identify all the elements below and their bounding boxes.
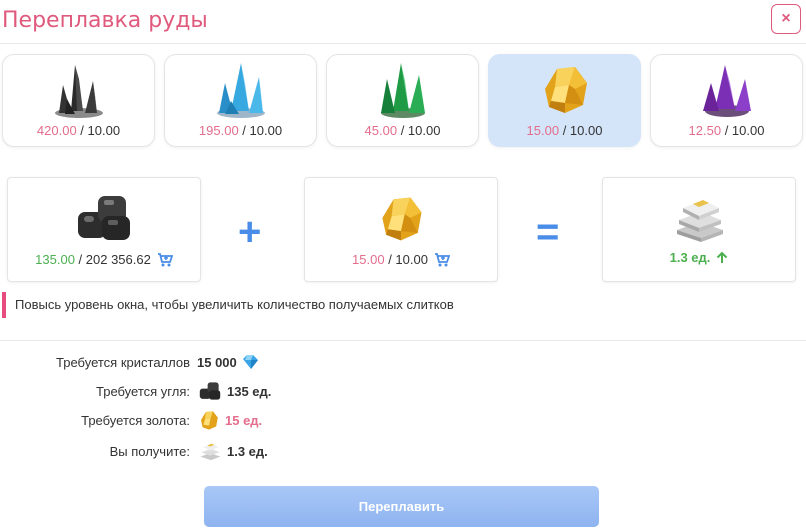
ore-amount: 195.00 / 10.00	[198, 123, 283, 138]
green-crystal-icon	[380, 63, 425, 118]
window-header: Переплавка руды ×	[0, 0, 806, 44]
smelt-button[interactable]: Переплавить	[204, 486, 599, 527]
coal-amount: 135.00 / 202 356.62	[35, 252, 173, 267]
cart-icon[interactable]	[434, 252, 450, 267]
requirement-coal: Требуется угля: 135 ед.	[0, 377, 806, 405]
ore-card-blue[interactable]: 195.00 / 10.00	[164, 54, 317, 147]
ore-selector: 420.00 / 10.00 195.00 / 10.00 45.00 / 10…	[2, 54, 804, 147]
cart-icon[interactable]	[157, 252, 173, 267]
coal-icon	[199, 382, 221, 400]
coal-card: 135.00 / 202 356.62	[7, 177, 201, 282]
plus-sign: +	[238, 210, 262, 254]
requirement-result: Вы получите: 1.3 ед.	[0, 437, 806, 465]
ore-input-amount: 15.00 / 10.00	[352, 252, 450, 267]
gold-ore-icon	[544, 67, 587, 113]
ore-card-green[interactable]: 45.00 / 10.00	[326, 54, 479, 147]
equals-sign: =	[536, 210, 560, 254]
ore-amount: 15.00 / 10.00	[526, 123, 603, 138]
coal-icon	[78, 196, 130, 240]
ore-amount: 420.00 / 10.00	[36, 123, 121, 138]
gold-ore-icon	[382, 197, 422, 241]
ore-card-black[interactable]: 420.00 / 10.00	[2, 54, 155, 147]
gold-ore-icon	[201, 411, 218, 430]
ore-amount: 45.00 / 10.00	[364, 123, 441, 138]
ingot-icon	[677, 200, 723, 242]
window-title: Переплавка руды	[2, 8, 208, 33]
ore-card-gold[interactable]: 15.00 / 10.00	[488, 54, 641, 147]
divider	[0, 340, 806, 341]
result-amount: 1.3 ед.	[670, 250, 729, 265]
result-card: 1.3 ед.	[602, 177, 796, 282]
arrow-up-icon	[717, 251, 728, 263]
ore-card-purple[interactable]: 12.50 / 10.00	[650, 54, 803, 147]
close-button[interactable]: ×	[771, 4, 801, 34]
upgrade-hint: Повысь уровень окна, чтобы увеличить кол…	[2, 292, 454, 318]
black-crystal-icon	[54, 65, 103, 118]
requirement-crystals: Требуется кристаллов 15 000	[0, 348, 806, 376]
blue-crystal-icon	[216, 63, 265, 118]
ingot-icon	[200, 443, 221, 461]
ore-input-card: 15.00 / 10.00	[304, 177, 498, 282]
ore-amount: 12.50 / 10.00	[688, 123, 765, 138]
purple-crystal-icon	[702, 65, 751, 117]
requirement-gold: Требуется золота: 15 ед.	[0, 406, 806, 434]
blue-gem-icon	[242, 355, 258, 369]
